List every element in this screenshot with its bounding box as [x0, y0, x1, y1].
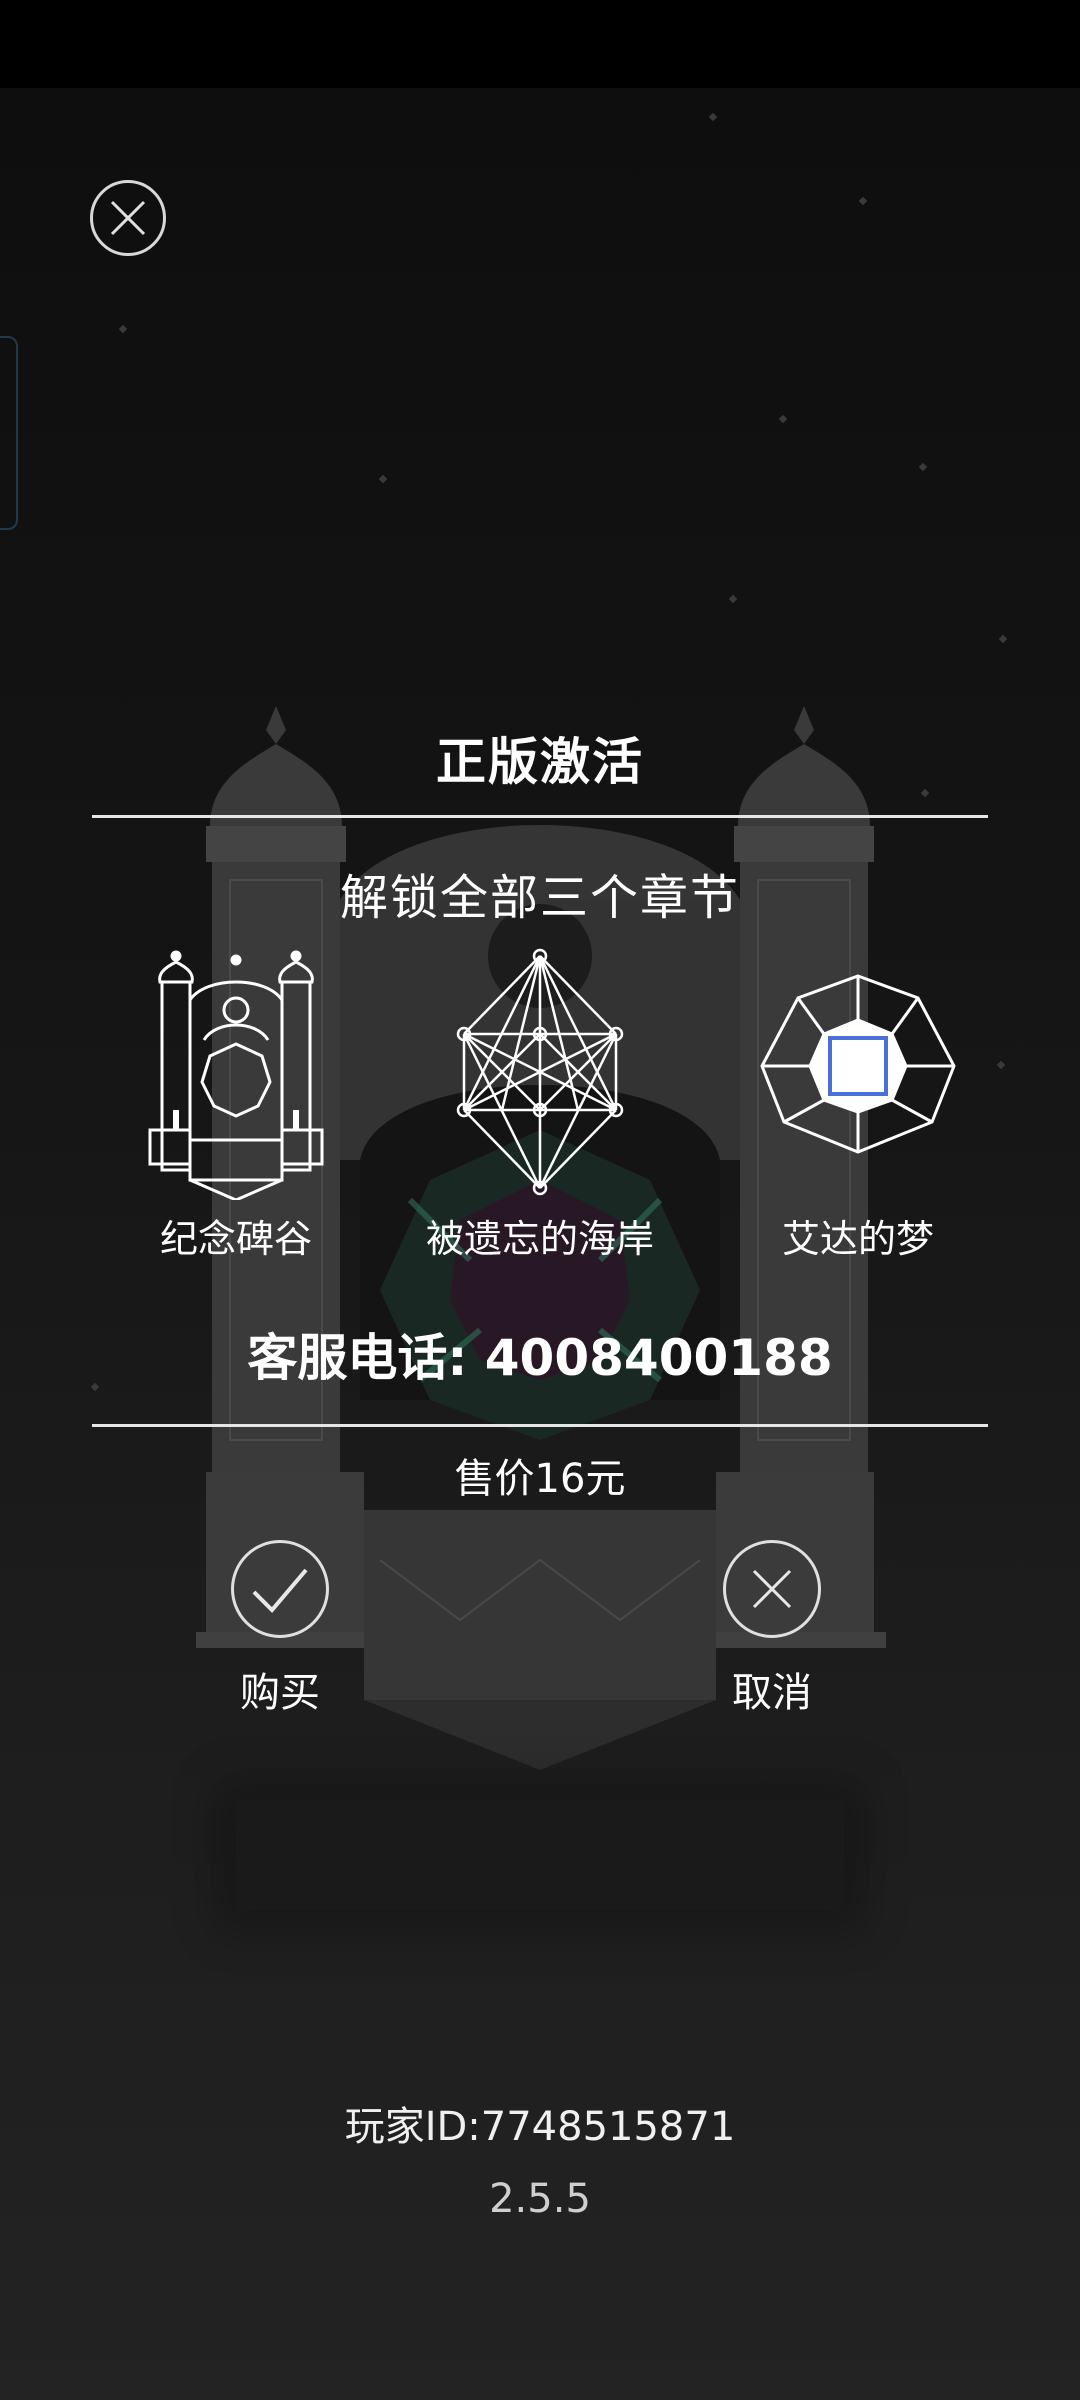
cancel-label[interactable]: 取消: [672, 1660, 872, 1718]
divider-top: [92, 815, 988, 818]
version-label: 2.5.5: [489, 2176, 591, 2222]
cancel-circle[interactable]: [723, 1540, 821, 1638]
close-button[interactable]: [90, 180, 166, 256]
monument-valley-temple-icon: [148, 950, 324, 1200]
dialog-subtitle: 解锁全部三个章节: [339, 870, 740, 926]
decorative-shadow-panel: [236, 1800, 844, 1910]
chapter-label: 纪念碑谷: [159, 1217, 312, 1261]
price-label: 售价16元: [454, 1456, 626, 1502]
buy-circle[interactable]: [231, 1540, 329, 1638]
support-phone: 客服电话: 4008400188: [247, 1329, 833, 1387]
dialog-title: 正版激活: [436, 733, 644, 791]
forgotten-shores-geometry-icon: [456, 948, 624, 1196]
check-icon: [252, 1568, 308, 1613]
chapter-monument-valley: 纪念碑谷: [86, 940, 386, 1263]
chapter-forgotten-shores: 被遗忘的海岸: [390, 940, 690, 1263]
chapter-label: 艾达的梦: [781, 1217, 934, 1261]
close-icon: [752, 1569, 792, 1609]
buy-button[interactable]: 购买: [180, 1540, 380, 1718]
cancel-button[interactable]: 取消: [672, 1540, 872, 1718]
player-id: 玩家ID:7748515871: [344, 2104, 736, 2150]
chapter-idas-dream: 艾达的梦: [708, 940, 1008, 1263]
idas-dream-octagon-icon: [760, 974, 956, 1154]
chapter-label: 被遗忘的海岸: [425, 1217, 654, 1261]
close-icon: [110, 200, 146, 236]
buy-label[interactable]: 购买: [180, 1660, 380, 1718]
divider-bottom: [92, 1424, 988, 1427]
